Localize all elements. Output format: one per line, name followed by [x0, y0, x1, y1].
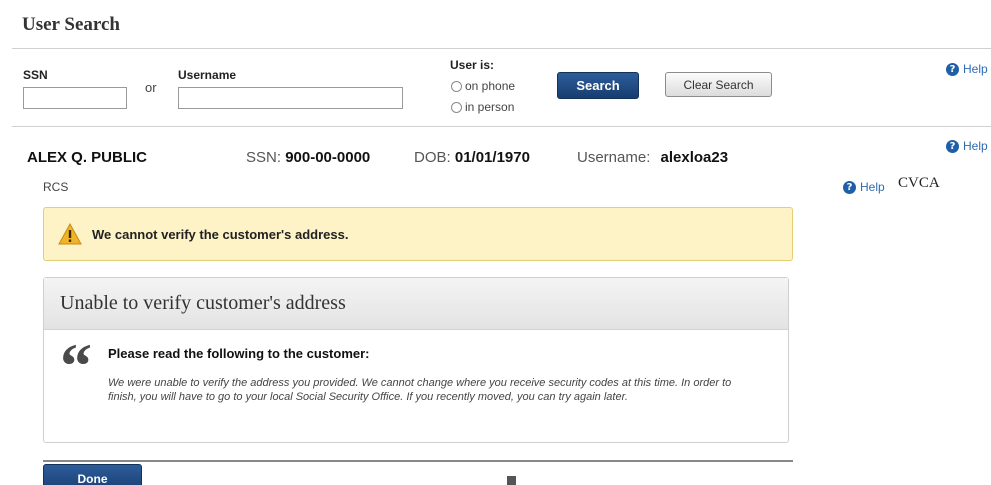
search-divider: [12, 126, 991, 127]
panel-header: Unable to verify customer's address: [44, 278, 788, 330]
customer-username-label: Username:: [577, 149, 651, 166]
verification-panel: Unable to verify customer's address “ Pl…: [43, 277, 789, 443]
read-instruction-heading: Please read the following to the custome…: [108, 346, 370, 361]
customer-name-value: ALEX Q. PUBLIC: [27, 149, 148, 166]
customer-dob-label: DOB:: [414, 149, 451, 166]
done-button[interactable]: Done: [43, 464, 142, 485]
customer-help-link[interactable]: ? Help: [946, 139, 988, 153]
customer-help-label: Help: [963, 139, 988, 153]
customer-dob-value: 01/01/1970: [454, 149, 530, 166]
search-help-label: Help: [963, 62, 988, 76]
customer-username-value: alexloa23: [660, 149, 729, 166]
user-is-label: User is:: [450, 58, 495, 72]
page-title: User Search: [22, 14, 120, 35]
ssn-label: SSN: [23, 68, 48, 82]
radio-on-phone-label: on phone: [465, 79, 516, 93]
help-icon: ?: [946, 62, 959, 76]
customer-ssn-value: 900-00-0000: [285, 149, 371, 166]
alert-message: We cannot verify the customer's address.: [92, 226, 349, 242]
customer-name: ALEX Q. PUBLIC: [27, 149, 147, 166]
rcs-label: RCS: [43, 180, 69, 194]
customer-dob: DOB: 01/01/1970: [414, 149, 530, 166]
quote-icon: “: [60, 330, 92, 401]
warning-icon: [58, 223, 82, 245]
footer-divider: [43, 460, 793, 462]
customer-ssn: SSN: 900-00-0000: [246, 149, 370, 166]
search-help-link[interactable]: ? Help: [946, 62, 988, 76]
radio-on-phone-circle[interactable]: [451, 80, 462, 92]
radio-in-person-circle[interactable]: [451, 101, 462, 113]
panel-title: Unable to verify customer's address: [60, 292, 346, 314]
search-button[interactable]: Search: [557, 72, 639, 99]
title-divider: [12, 48, 991, 49]
help-icon: ?: [946, 139, 959, 153]
customer-ssn-label: SSN:: [246, 149, 282, 166]
cvca-help-label: Help: [860, 180, 885, 194]
customer-username: Username: alexloa23: [577, 149, 728, 166]
username-input[interactable]: [178, 87, 403, 109]
ssn-input[interactable]: [23, 87, 127, 109]
cvca-label: CVCA: [898, 175, 940, 191]
address-warning-alert: We cannot verify the customer's address.: [43, 207, 793, 261]
username-label: Username: [178, 68, 237, 82]
footer-marker: [507, 476, 516, 485]
radio-on-phone[interactable]: on phone: [451, 79, 515, 93]
clear-search-button[interactable]: Clear Search: [665, 72, 772, 97]
radio-in-person-label: in person: [465, 100, 515, 114]
customer-script-text: We were unable to verify the address you…: [108, 377, 732, 403]
radio-in-person[interactable]: in person: [451, 100, 514, 114]
or-text: or: [145, 80, 157, 95]
help-icon: ?: [843, 180, 856, 194]
cvca-help-link[interactable]: ? Help: [843, 180, 885, 194]
